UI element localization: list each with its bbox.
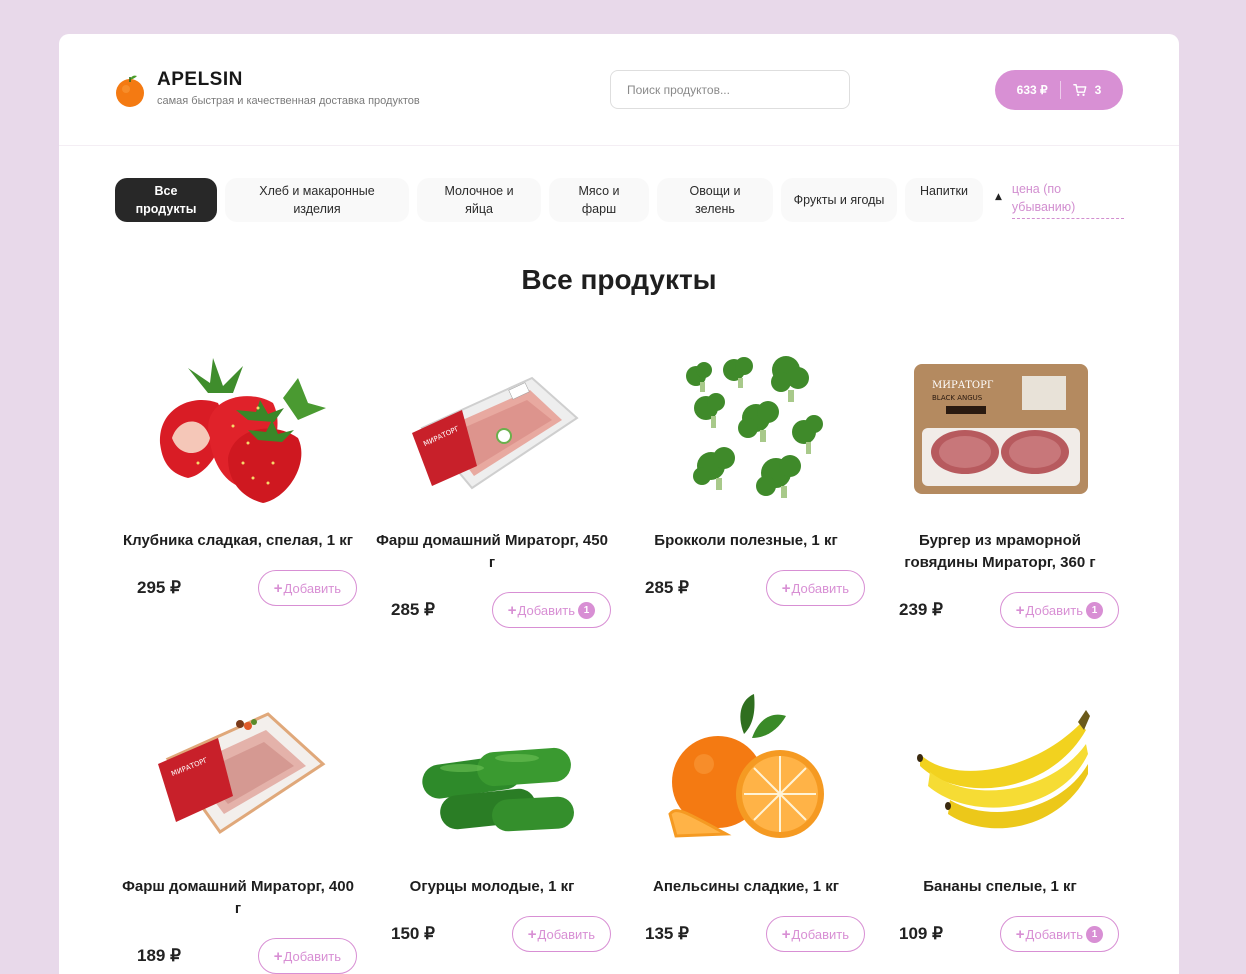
broccoli-image[interactable]: [656, 348, 836, 508]
product-card: МИРАТОРГ Фарш домашний Мираторг, 400 г 1…: [111, 694, 365, 974]
category-bar: Все продукты Хлеб и макаронные изделия М…: [115, 178, 1124, 222]
brand-name: APELSIN: [157, 69, 243, 90]
add-to-cart-button[interactable]: + Добавить 1: [999, 592, 1119, 628]
add-button-label: Добавить: [283, 948, 341, 964]
cart-count: 3: [1094, 83, 1102, 97]
banana-image[interactable]: [910, 694, 1090, 854]
product-name[interactable]: Бургер из мраморной говядины Мираторг, 3…: [873, 530, 1127, 574]
product-card: Бананы спелые, 1 кг 109 ₽ + Добавить 1: [873, 694, 1127, 952]
cart-button[interactable]: 633 ₽ 3: [995, 70, 1123, 110]
category-fruits[interactable]: Фрукты и ягоды: [781, 178, 897, 222]
sort-arrow-icon[interactable]: ▲: [995, 192, 1002, 202]
product-card: Клубника сладкая, спелая, 1 кг 295 ₽ + Д…: [111, 348, 365, 606]
cucumber-image[interactable]: [402, 694, 582, 854]
in-cart-badge: 1: [578, 601, 595, 619]
product-name[interactable]: Бананы спелые, 1 кг: [873, 876, 1127, 898]
product-price: 150 ₽: [391, 924, 435, 943]
header: APELSIN самая быстрая и качественная дос…: [59, 34, 1179, 146]
plus-icon: +: [273, 947, 283, 965]
brand-tagline: самая быстрая и качественная доставка пр…: [157, 95, 420, 107]
product-card: Брокколи полезные, 1 кг 285 ₽ + Добавить: [619, 348, 873, 606]
plus-icon: +: [1015, 601, 1025, 619]
product-name[interactable]: Брокколи полезные, 1 кг: [619, 530, 873, 552]
product-name[interactable]: Фарш домашний Мираторг, 450 г: [365, 530, 619, 574]
add-to-cart-button[interactable]: + Добавить: [511, 916, 611, 952]
plus-icon: +: [527, 925, 537, 943]
add-to-cart-button[interactable]: + Добавить: [257, 938, 357, 974]
add-button-label: Добавить: [537, 926, 595, 942]
mince-package-image[interactable]: МИРАТОРГ: [148, 694, 328, 854]
product-card: Огурцы молодые, 1 кг 150 ₽ + Добавить: [365, 694, 619, 952]
product-price: 295 ₽: [137, 578, 181, 597]
category-bread[interactable]: Хлеб и макаронные изделия: [225, 178, 409, 222]
cart-total: 633 ₽: [1016, 83, 1048, 97]
search-box[interactable]: [610, 70, 850, 109]
add-button-label: Добавить: [791, 580, 849, 596]
product-name[interactable]: Огурцы молодые, 1 кг: [365, 876, 619, 898]
add-to-cart-button[interactable]: + Добавить: [765, 916, 865, 952]
product-price: 189 ₽: [137, 946, 181, 965]
product-price: 285 ₽: [391, 600, 435, 619]
orange-image[interactable]: [656, 694, 836, 854]
product-card: Апельсины сладкие, 1 кг 135 ₽ + Добавить: [619, 694, 873, 952]
add-button-label: Добавить: [791, 926, 849, 942]
category-all[interactable]: Все продукты: [115, 178, 217, 222]
burger-package-image[interactable]: МИРАТОРГ BLACK ANGUS: [910, 348, 1090, 508]
cart-divider: [1059, 81, 1061, 99]
plus-icon: +: [781, 579, 791, 597]
logo[interactable]: APELSIN самая быстрая и качественная дос…: [115, 70, 420, 108]
category-dairy[interactable]: Молочное и яйца: [417, 178, 541, 222]
in-cart-badge: 1: [1086, 925, 1103, 943]
product-card: МИРАТОРГ Фарш домашний Мираторг, 450 г 2…: [365, 348, 619, 628]
plus-icon: +: [1015, 925, 1025, 943]
product-name[interactable]: Фарш домашний Мираторг, 400 г: [111, 876, 365, 920]
page-container: APELSIN самая быстрая и качественная дос…: [59, 34, 1179, 974]
strawberry-image[interactable]: [148, 348, 328, 508]
svg-text:МИРАТОРГ: МИРАТОРГ: [932, 380, 994, 391]
add-button-label: Добавить: [517, 602, 575, 618]
category-vegetables[interactable]: Овощи и зелень: [657, 178, 773, 222]
add-to-cart-button[interactable]: + Добавить: [765, 570, 865, 606]
svg-text:BLACK ANGUS: BLACK ANGUS: [932, 394, 983, 402]
add-button-label: Добавить: [1025, 602, 1083, 618]
add-button-label: Добавить: [1025, 926, 1083, 942]
product-price: 239 ₽: [899, 600, 943, 619]
add-to-cart-button[interactable]: + Добавить 1: [999, 916, 1119, 952]
add-to-cart-button[interactable]: + Добавить 1: [491, 592, 611, 628]
product-name[interactable]: Клубника сладкая, спелая, 1 кг: [111, 530, 365, 552]
add-button-label: Добавить: [283, 580, 341, 596]
product-price: 109 ₽: [899, 924, 943, 943]
sort-control[interactable]: ▲ цена (по убыванию): [995, 178, 1124, 219]
cart-icon: [1072, 84, 1087, 96]
plus-icon: +: [273, 579, 283, 597]
product-price: 135 ₽: [645, 924, 689, 943]
sort-label[interactable]: цена (по убыванию): [1011, 178, 1124, 219]
product-price: 285 ₽: [645, 578, 689, 597]
plus-icon: +: [781, 925, 791, 943]
product-name[interactable]: Апельсины сладкие, 1 кг: [619, 876, 873, 898]
category-drinks[interactable]: Напитки: [905, 178, 983, 222]
add-to-cart-button[interactable]: + Добавить: [257, 570, 357, 606]
page-title: Все продукты: [521, 264, 717, 295]
plus-icon: +: [507, 601, 517, 619]
product-card: МИРАТОРГ BLACK ANGUS Бургер из мраморной…: [873, 348, 1127, 628]
category-meat[interactable]: Мясо и фарш: [549, 178, 649, 222]
orange-logo-icon: [115, 74, 145, 108]
in-cart-badge: 1: [1086, 601, 1103, 619]
mince-package-image[interactable]: МИРАТОРГ: [402, 348, 582, 508]
search-input[interactable]: [627, 82, 837, 97]
